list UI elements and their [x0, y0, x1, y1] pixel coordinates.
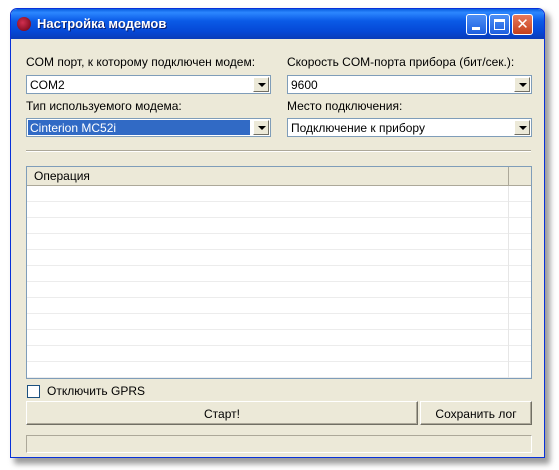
- maximize-icon: [494, 19, 505, 30]
- app-icon: [17, 17, 31, 31]
- column-divider: [508, 186, 509, 378]
- disable-gprs-label[interactable]: Отключить GPRS: [47, 384, 145, 398]
- maximize-button[interactable]: [489, 14, 510, 35]
- operations-list-header: Операция: [27, 167, 531, 186]
- start-button[interactable]: Старт!: [26, 401, 418, 425]
- column-header-extra[interactable]: [509, 167, 531, 185]
- baud-rate-dropdown-button[interactable]: [514, 77, 530, 92]
- column-header-operation-label: Операция: [34, 169, 90, 183]
- baud-rate-value: 9600: [291, 78, 318, 92]
- connection-place-label: Место подключения:: [287, 99, 403, 113]
- save-log-button-label: Сохранить лог: [435, 407, 517, 421]
- minimize-button[interactable]: [466, 14, 487, 35]
- operations-list-rows: [27, 186, 531, 378]
- operations-list[interactable]: Операция: [26, 166, 532, 379]
- connection-place-dropdown-button[interactable]: [514, 120, 530, 135]
- baud-rate-select[interactable]: 9600: [287, 75, 532, 94]
- com-port-select[interactable]: COM2: [26, 75, 271, 94]
- modem-type-value: Cinterion MC52i: [28, 120, 250, 135]
- minimize-icon: [472, 27, 480, 30]
- close-icon: ✕: [516, 15, 529, 33]
- connection-place-select[interactable]: Подключение к прибору: [287, 118, 532, 137]
- save-log-button[interactable]: Сохранить лог: [420, 401, 532, 425]
- connection-place-value: Подключение к прибору: [291, 121, 425, 135]
- modem-type-dropdown-button[interactable]: [253, 120, 269, 135]
- disable-gprs-checkbox[interactable]: [27, 385, 40, 398]
- start-button-label: Старт!: [204, 407, 240, 421]
- modem-settings-dialog: Настройка модемов ✕ COM порт, к которому…: [10, 8, 545, 458]
- dialog-client-area: COM порт, к которому подключен модем: CO…: [11, 39, 544, 457]
- window-title: Настройка модемов: [37, 16, 167, 31]
- modem-type-label: Тип используемого модема:: [26, 99, 182, 113]
- column-header-operation[interactable]: Операция: [27, 167, 509, 185]
- com-port-label: COM порт, к которому подключен модем:: [26, 55, 256, 69]
- chevron-down-icon: [258, 126, 266, 130]
- divider: [26, 150, 531, 152]
- com-port-value: COM2: [30, 78, 65, 92]
- chevron-down-icon: [519, 126, 527, 130]
- com-port-dropdown-button[interactable]: [253, 77, 269, 92]
- status-bar: [26, 435, 532, 453]
- chevron-down-icon: [519, 83, 527, 87]
- close-button[interactable]: ✕: [512, 14, 533, 35]
- title-bar[interactable]: Настройка модемов ✕: [11, 9, 544, 39]
- baud-rate-label: Скорость COM-порта прибора (бит/сек.):: [287, 55, 515, 69]
- chevron-down-icon: [258, 83, 266, 87]
- modem-type-select[interactable]: Cinterion MC52i: [26, 118, 271, 137]
